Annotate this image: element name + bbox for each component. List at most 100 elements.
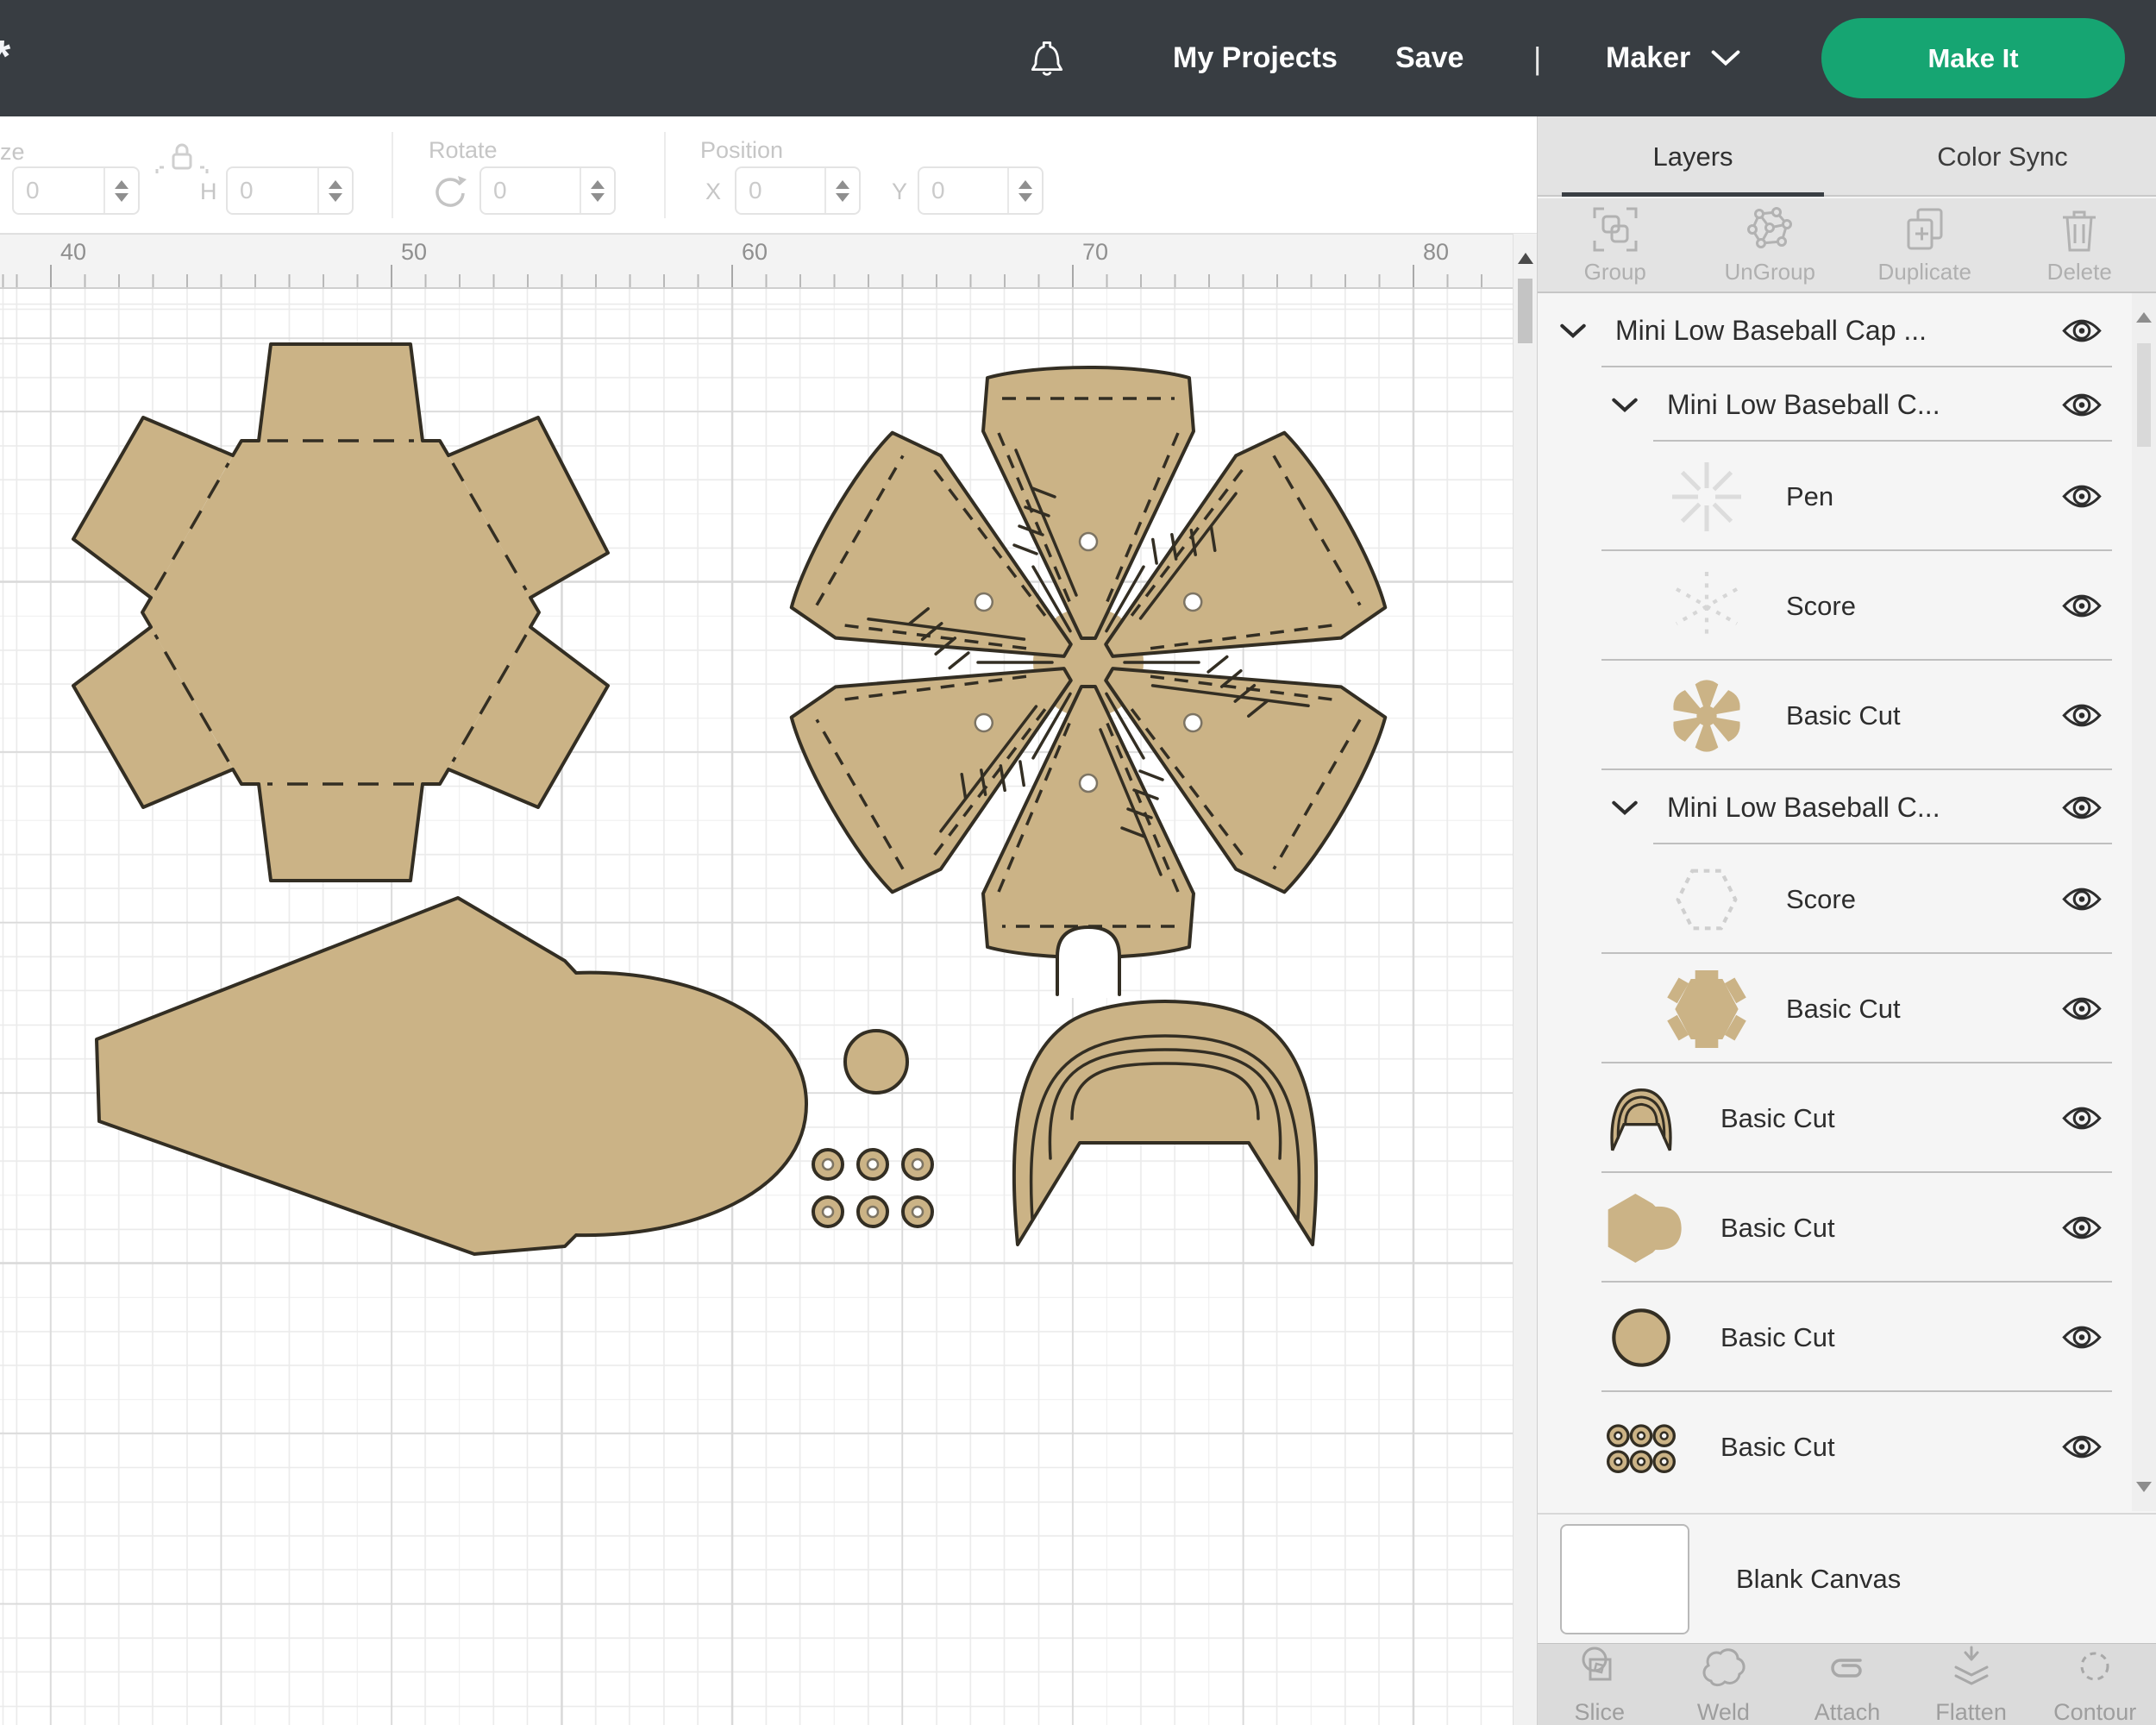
rotate-icon[interactable]	[426, 168, 471, 217]
delete-label: Delete	[2046, 258, 2112, 285]
scroll-up-icon[interactable]	[2136, 312, 2152, 323]
layer-row[interactable]: Basic Cut	[1538, 1283, 2133, 1392]
width-input[interactable]: 0	[12, 166, 140, 215]
layers-scroll-thumb[interactable]	[2137, 343, 2151, 447]
rotate-stepper[interactable]	[580, 168, 614, 213]
toolbar-divider	[392, 132, 393, 218]
ruler-label: 60	[742, 239, 768, 265]
eye-icon[interactable]	[2062, 886, 2102, 913]
flatten-button[interactable]: Flatten	[1909, 1644, 2034, 1725]
eye-icon[interactable]	[2062, 1324, 2102, 1351]
ungroup-button[interactable]: UnGroup	[1693, 198, 1848, 292]
ruler-label: 40	[60, 239, 87, 265]
layer-row[interactable]: Basic Cut	[1538, 661, 2133, 770]
height-stepper[interactable]	[317, 168, 352, 213]
delete-icon	[2055, 205, 2103, 254]
layer-row[interactable]: Basic Cut	[1538, 1173, 2133, 1283]
layer-row-group[interactable]: Mini Low Baseball Cap ...	[1538, 293, 2133, 367]
pen-layer-thumbnail	[1660, 450, 1753, 543]
toolbar-divider	[664, 132, 666, 218]
eye-icon[interactable]	[2062, 1214, 2102, 1241]
slice-label: Slice	[1574, 1699, 1626, 1725]
eye-icon[interactable]	[2062, 1105, 2102, 1132]
layer-row[interactable]: Score	[1538, 551, 2133, 661]
width-stepper[interactable]	[103, 168, 138, 213]
flatten-label: Flatten	[1935, 1699, 2007, 1725]
layer-label: Basic Cut	[1786, 699, 1901, 731]
layer-row-group[interactable]: Mini Low Baseball C...	[1538, 770, 2133, 844]
weld-button[interactable]: Weld	[1662, 1644, 1786, 1725]
eye-icon[interactable]	[2062, 593, 2102, 619]
layer-label: Basic Cut	[1720, 1102, 1835, 1133]
layer-row[interactable]: Score	[1538, 844, 2133, 954]
layer-label: Mini Low Baseball C...	[1667, 791, 1940, 823]
group-button[interactable]: Group	[1538, 198, 1693, 292]
eye-icon[interactable]	[2062, 995, 2102, 1022]
layer-actions: Group UnGroup Duplicate Delete	[1538, 198, 2156, 293]
score-layer-thumbnail	[1660, 560, 1753, 653]
position-x-stepper[interactable]	[824, 168, 859, 213]
annotation-line-1: VERSION WITH SCORING TOOL	[318, 1714, 1200, 1725]
layer-row[interactable]: Basic Cut	[1538, 1392, 2133, 1502]
cricut-design-space-app: * My Projects Save | Maker Make It ze 0	[0, 0, 2156, 1725]
duplicate-button[interactable]: Duplicate	[1847, 198, 2002, 292]
notifications-button[interactable]	[1025, 0, 1069, 116]
layer-row[interactable]: Basic Cut	[1538, 1063, 2133, 1173]
blank-canvas-row: Blank Canvas	[1538, 1513, 2156, 1643]
eye-icon[interactable]	[2062, 1433, 2102, 1460]
layer-row[interactable]: Basic Cut	[1538, 954, 2133, 1063]
design-canvas[interactable]: VERSION WITH SCORING TOOL AND CRICUT PEN…	[0, 289, 1513, 1725]
layer-label: Score	[1786, 883, 1856, 914]
blank-canvas-label: Blank Canvas	[1736, 1563, 1902, 1594]
height-input[interactable]: 0	[226, 166, 354, 215]
layer-row-group[interactable]: Mini Low Baseball C...	[1538, 367, 2133, 442]
layers-panel: Layers Color Sync Group UnGroup Duplicat…	[1537, 116, 2156, 1725]
save-link[interactable]: Save	[1395, 0, 1463, 116]
layer-row[interactable]: Pen	[1538, 442, 2133, 551]
delete-button[interactable]: Delete	[2002, 198, 2156, 292]
scroll-up-icon[interactable]	[1518, 253, 1533, 264]
eye-icon[interactable]	[2062, 317, 2102, 344]
position-y-input[interactable]: 0	[918, 166, 1044, 215]
canvas-vertical-scrollbar[interactable]	[1513, 234, 1537, 1725]
canvas-annotation: VERSION WITH SCORING TOOL AND CRICUT PEN…	[318, 1714, 1200, 1725]
blank-canvas-swatch[interactable]	[1560, 1523, 1689, 1634]
basic-cut-crown-thumbnail	[1660, 669, 1753, 762]
basic-cut-badge-thumbnail	[1595, 1182, 1688, 1275]
eye-icon[interactable]	[2062, 392, 2102, 418]
layer-label: Mini Low Baseball C...	[1667, 388, 1940, 420]
contour-icon	[2071, 1643, 2119, 1697]
position-y-stepper[interactable]	[1007, 168, 1042, 213]
tab-layers[interactable]: Layers	[1538, 116, 1848, 197]
make-it-button[interactable]: Make It	[1821, 18, 2125, 98]
chevron-down-icon[interactable]	[1612, 397, 1638, 413]
eye-icon[interactable]	[2062, 702, 2102, 729]
layers-scrollbar[interactable]	[2132, 293, 2156, 1511]
canvas-scroll-thumb[interactable]	[1518, 279, 1532, 343]
bell-icon	[1025, 30, 1069, 86]
canvas-shapes	[72, 342, 1399, 1256]
layer-label: Basic Cut	[1720, 1321, 1835, 1352]
layer-label: Mini Low Baseball Cap ...	[1615, 314, 1927, 346]
machine-selector[interactable]: Maker	[1606, 0, 1740, 116]
my-projects-link[interactable]: My Projects	[1173, 0, 1338, 116]
position-x-input[interactable]: 0	[735, 166, 861, 215]
layer-label: Basic Cut	[1720, 1431, 1835, 1462]
horizontal-ruler: 40 50 60 70 80	[0, 234, 1513, 289]
position-y-value: 0	[931, 177, 945, 204]
slice-button[interactable]: Slice	[1538, 1644, 1662, 1725]
attach-button[interactable]: Attach	[1785, 1644, 1909, 1725]
eye-icon[interactable]	[2062, 794, 2102, 821]
slice-icon	[1576, 1643, 1624, 1697]
score-hexagon-thumbnail	[1660, 853, 1753, 946]
top-bar-divider: |	[1533, 40, 1542, 76]
rotate-input[interactable]: 0	[479, 166, 616, 215]
contour-button[interactable]: Contour	[2033, 1644, 2156, 1725]
tab-color-sync[interactable]: Color Sync	[1848, 116, 2156, 197]
hexagon-top-piece	[72, 342, 610, 882]
panel-tabs: Layers Color Sync	[1538, 116, 2156, 197]
chevron-down-icon[interactable]	[1612, 800, 1638, 816]
eye-icon[interactable]	[2062, 483, 2102, 510]
scroll-down-icon[interactable]	[2136, 1482, 2152, 1492]
chevron-down-icon[interactable]	[1560, 323, 1586, 339]
